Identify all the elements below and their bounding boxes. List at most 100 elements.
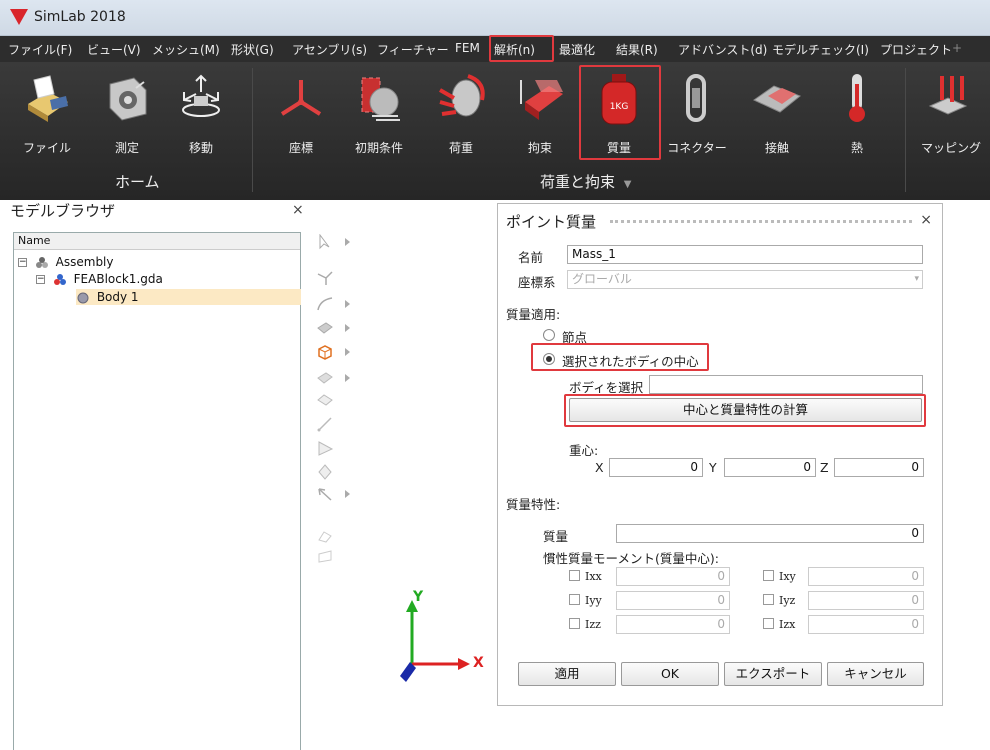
ixx-checkbox[interactable] [569,570,580,581]
coordinate-button[interactable]: 座標 [262,62,340,162]
select-box-icon[interactable] [316,548,334,564]
coordinate-icon [280,80,322,116]
export-button[interactable]: エクスポート [724,662,822,686]
select-node-icon[interactable] [316,464,334,480]
select-body-field[interactable] [649,375,923,394]
model-tree: Name − Assembly − FEABlock1.gda Body 1 [13,232,301,750]
menu-feature[interactable]: フィーチャー [377,41,449,58]
select-curve-icon[interactable] [316,296,334,312]
tree-column-header[interactable]: Name [14,233,300,250]
thermal-label: 熱 [850,141,863,155]
name-field[interactable]: Mass_1 [567,245,923,264]
expand-icon[interactable] [345,348,350,356]
constraint-button[interactable]: 拘束 [501,62,579,162]
initial-condition-label: 初期条件 [354,141,403,155]
tree-item-label: FEABlock1.gda [73,272,163,286]
coordinate-label: 座標 [288,141,313,155]
select-face-element-icon[interactable] [316,392,334,408]
thermal-button[interactable]: 熱 [818,62,896,162]
iyz-checkbox[interactable] [763,594,774,605]
iyz-field[interactable]: 0 [808,591,924,610]
menu-model-check[interactable]: モデルチェック(I) [772,41,869,58]
ixx-field[interactable]: 0 [616,567,730,586]
expand-icon[interactable] [345,374,350,382]
menu-geometry[interactable]: 形状(G) [231,41,274,58]
ixy-field[interactable]: 0 [808,567,924,586]
select-body-icon[interactable] [316,344,334,360]
connector-icon [686,74,706,122]
cancel-button[interactable]: キャンセル [827,662,924,686]
part-icon [53,273,66,285]
x-axis-arrow [458,658,470,670]
load-label: 荷重 [448,141,473,155]
initial-condition-button[interactable]: 初期条件 [340,62,418,162]
collapse-icon[interactable]: − [36,275,45,284]
tree-item-label: Assembly [55,255,114,269]
measure-button[interactable]: 測定 [88,62,166,162]
izx-field[interactable]: 0 [808,615,924,634]
tree-item-body1[interactable]: Body 1 [76,289,301,305]
point-mass-dialog: ポイント質量 × 名前 Mass_1 座標系 グローバル ▾ 質量適用: 節点 … [497,203,943,706]
select-triangle-icon[interactable] [316,440,334,456]
select-arrow-icon[interactable] [316,233,334,250]
title-bar: SimLab 2018 [0,0,990,36]
expand-icon[interactable] [345,490,350,498]
load-group-title: 荷重と拘束 [540,173,616,191]
izx-checkbox[interactable] [763,618,774,629]
csys-select[interactable]: グローバル ▾ [567,270,923,289]
menu-add[interactable]: + [952,41,962,55]
cog-z-field[interactable]: 0 [834,458,924,477]
tree-item-label: Body 1 [96,290,139,304]
izz-checkbox[interactable] [569,618,580,629]
mapping-icon [928,76,968,115]
iyy-checkbox[interactable] [569,594,580,605]
cog-y-field[interactable]: 0 [724,458,816,477]
move-button[interactable]: 移動 [162,62,240,162]
mapping-label: マッピング [920,141,981,155]
menu-advanced[interactable]: アドバンスト(d) [678,41,767,58]
dialog-drag-handle[interactable] [610,220,912,223]
select-edge-icon[interactable] [316,270,334,286]
connector-button[interactable]: コネクター [658,62,736,162]
expand-icon[interactable] [345,300,350,308]
apply-button[interactable]: 適用 [518,662,616,686]
mass-field[interactable]: 0 [616,524,924,543]
node-radio[interactable] [543,329,555,341]
ixy-checkbox[interactable] [763,570,774,581]
apply-mass-label: 質量適用: [506,307,561,322]
select-pointer-icon[interactable] [316,486,334,502]
menu-file[interactable]: ファイル(F) [8,41,72,58]
expand-icon[interactable] [345,324,350,332]
load-button[interactable]: 荷重 [422,62,500,162]
ok-button[interactable]: OK [621,662,719,686]
mapping-button[interactable]: マッピング [912,62,990,162]
izz-field[interactable]: 0 [616,615,730,634]
iyy-field[interactable]: 0 [616,591,730,610]
expand-icon[interactable] [345,238,350,246]
cog-x-field[interactable]: 0 [609,458,703,477]
menu-mesh[interactable]: メッシュ(M) [152,41,220,58]
menu-view[interactable]: ビュー(V) [87,41,141,58]
select-lasso-icon[interactable] [316,528,334,544]
x-axis-label: X [473,655,484,671]
menu-project[interactable]: プロジェクト [880,41,952,58]
tree-item-feablock[interactable]: − FEABlock1.gda [36,271,163,287]
file-button[interactable]: ファイル [8,62,86,162]
menu-fem[interactable]: FEM [455,41,480,55]
contact-button[interactable]: 接触 [738,62,816,162]
dialog-close-icon[interactable]: × [920,212,932,228]
body-center-highlight [531,343,709,371]
menu-assembly[interactable]: アセンブリ(s) [292,41,367,58]
browser-close-icon[interactable]: × [292,202,304,218]
select-face-icon[interactable] [316,320,334,336]
select-element-icon[interactable] [316,370,334,386]
select-edge-element-icon[interactable] [316,416,334,432]
ribbon-separator-2 [905,68,906,192]
tree-item-assembly[interactable]: − Assembly [18,254,114,270]
collapse-icon[interactable]: − [18,258,27,267]
ixx-label: Ixx [585,570,602,583]
menu-optimize[interactable]: 最適化 [559,41,595,58]
group-dropdown-icon[interactable]: ▼ [624,179,632,190]
menu-results[interactable]: 結果(R) [616,41,658,58]
thermometer-icon [849,74,865,122]
